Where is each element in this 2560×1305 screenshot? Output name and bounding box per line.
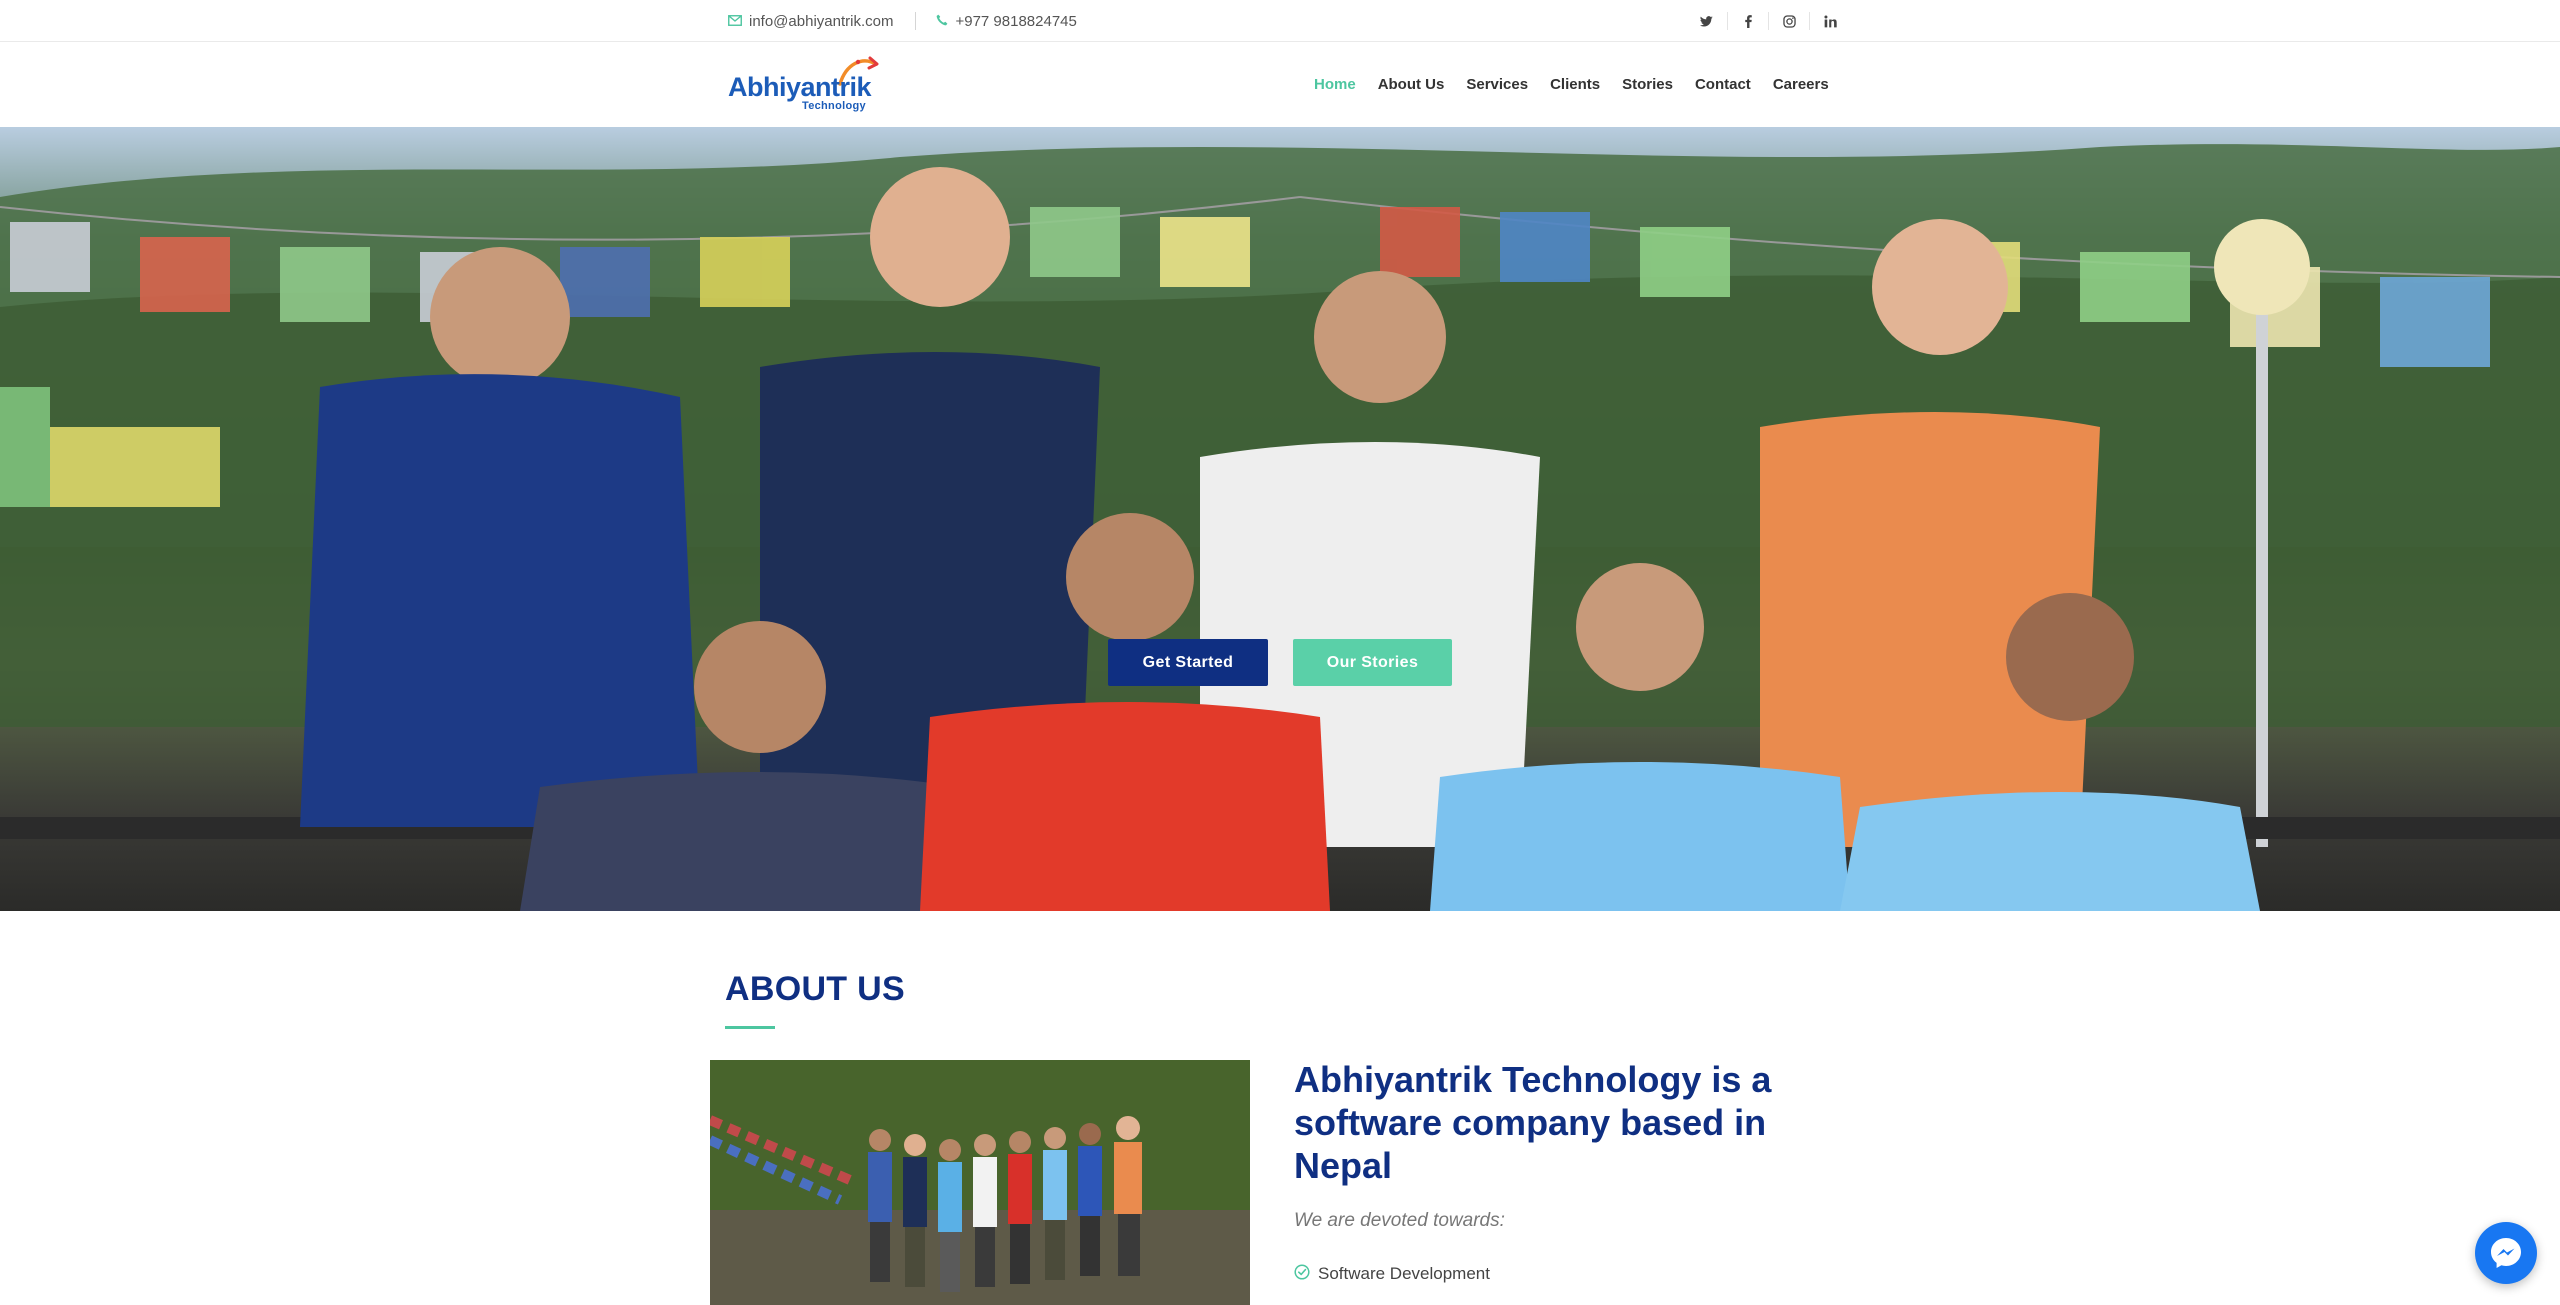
about-section-title: ABOUT US: [725, 970, 905, 1008]
about-heading: Abhiyantrik Technology is a software com…: [1294, 1059, 1772, 1186]
messenger-chat-button[interactable]: [2475, 1222, 2537, 1284]
about-lead-text: We are devoted towards:: [1294, 1210, 1505, 1231]
envelope-icon: [728, 13, 742, 30]
phone-icon: [936, 13, 948, 30]
nav-services[interactable]: Services: [1466, 76, 1528, 93]
hero-team-photo: [0, 144, 2560, 911]
linkedin-icon[interactable]: [1809, 12, 1850, 30]
logo-subtitle: Technology: [802, 100, 866, 112]
check-circle-icon: [1294, 1263, 1310, 1285]
site-header: Abhiyantrik Technology Home About Us Ser…: [0, 42, 2560, 127]
company-logo[interactable]: Abhiyantrik Technology: [728, 54, 880, 112]
nav-contact[interactable]: Contact: [1695, 76, 1751, 93]
services-checklist: Software Development: [1294, 1259, 1490, 1289]
title-underline: [725, 1026, 775, 1029]
nav-careers[interactable]: Careers: [1773, 76, 1829, 93]
phone-link[interactable]: +977 9818824745: [936, 12, 1077, 30]
nav-about-us[interactable]: About Us: [1378, 76, 1445, 93]
list-item-label: Software Development: [1318, 1264, 1490, 1283]
twitter-icon[interactable]: [1686, 0, 1727, 42]
our-stories-button[interactable]: Our Stories: [1293, 639, 1452, 686]
main-navigation: Home About Us Services Clients Stories C…: [1300, 42, 1829, 127]
nav-clients[interactable]: Clients: [1550, 76, 1600, 93]
hero-section: Get Started Our Stories: [0, 127, 2560, 911]
get-started-button[interactable]: Get Started: [1108, 639, 1268, 686]
facebook-icon[interactable]: [1727, 12, 1768, 30]
phone-text: +977 9818824745: [955, 12, 1077, 30]
social-links: [1686, 0, 1850, 42]
logo-wordmark: Abhiyantrik: [728, 72, 872, 102]
contact-info: info@abhiyantrik.com +977 9818824745: [728, 0, 1077, 42]
nav-home[interactable]: Home: [1314, 76, 1356, 93]
divider: [915, 12, 917, 30]
email-link[interactable]: info@abhiyantrik.com: [728, 13, 893, 30]
about-team-photo: [710, 1060, 1250, 1305]
list-item: Software Development: [1294, 1259, 1490, 1289]
team-group-image: [710, 1060, 1250, 1305]
email-text: info@abhiyantrik.com: [749, 12, 894, 30]
instagram-icon[interactable]: [1768, 12, 1809, 30]
top-bar: info@abhiyantrik.com +977 9818824745: [0, 0, 2560, 42]
messenger-icon: [2491, 1238, 2521, 1268]
nav-stories[interactable]: Stories: [1622, 76, 1673, 93]
